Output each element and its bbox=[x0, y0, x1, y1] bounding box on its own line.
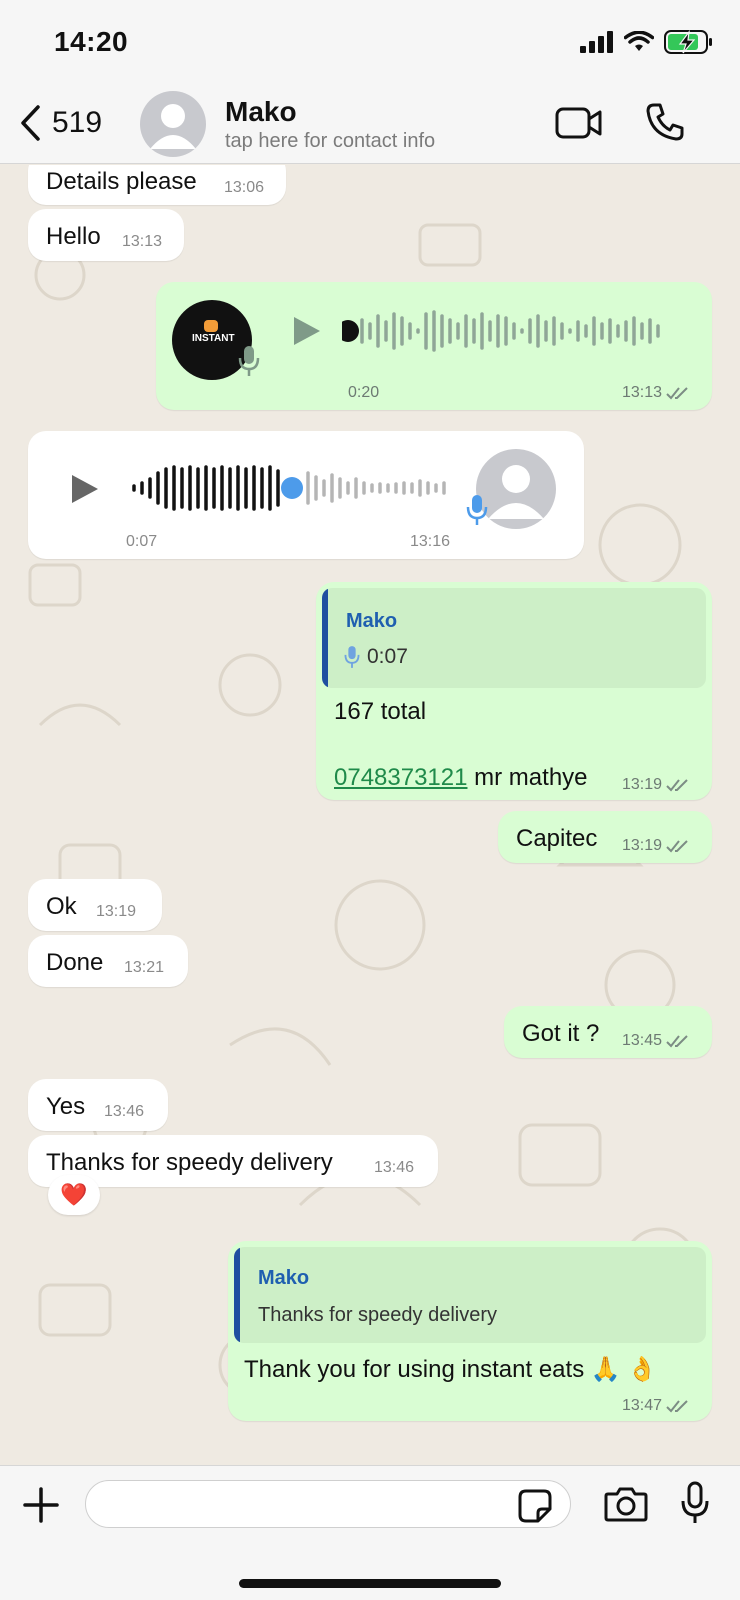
message-incoming[interactable]: Hello 13:13 bbox=[28, 209, 184, 261]
sticker-icon[interactable] bbox=[518, 1489, 552, 1523]
read-ticks-icon bbox=[666, 840, 688, 853]
message-text-line2: 0748373121 mr mathye bbox=[334, 764, 588, 791]
message-time: 13:13 bbox=[622, 384, 690, 402]
quote-accent-bar bbox=[234, 1247, 240, 1343]
play-icon[interactable] bbox=[70, 473, 100, 505]
read-ticks-icon bbox=[666, 1035, 688, 1048]
read-ticks-icon bbox=[666, 779, 688, 792]
heart-reaction-icon: ❤️ bbox=[60, 1182, 88, 1207]
wifi-icon bbox=[624, 31, 654, 51]
status-bar: 14:20 bbox=[0, 0, 740, 88]
message-text: Got it ? bbox=[522, 1020, 600, 1047]
mic-icon bbox=[466, 495, 488, 525]
reply-quote[interactable]: Mako Thanks for speedy delivery bbox=[234, 1247, 706, 1343]
play-icon[interactable] bbox=[292, 315, 322, 347]
quote-sender-name: Mako bbox=[346, 610, 398, 632]
mic-icon bbox=[344, 646, 360, 668]
signal-icon bbox=[580, 31, 613, 53]
message-text: Thanks for speedy delivery bbox=[46, 1149, 333, 1176]
message-text: Details please bbox=[46, 168, 197, 195]
battery-charging-icon bbox=[664, 30, 712, 54]
quote-accent-bar bbox=[322, 588, 328, 688]
message-time: 13:19 bbox=[622, 837, 690, 855]
message-time: 13:19 bbox=[622, 776, 690, 794]
message-time: 13:16 bbox=[410, 533, 451, 550]
chat-area[interactable]: Details please 13:06 Hello 13:13 INSTANT… bbox=[0, 165, 740, 1465]
message-incoming[interactable]: Ok 13:19 bbox=[28, 879, 162, 931]
quote-sender-name: Mako bbox=[258, 1267, 310, 1289]
message-outgoing[interactable]: Got it ? 13:45 bbox=[504, 1006, 712, 1058]
message-text: Thank you for using instant eats 🙏 👌 bbox=[244, 1356, 658, 1383]
waveform-scrubber bbox=[281, 477, 303, 499]
read-ticks-icon bbox=[666, 1400, 688, 1413]
message-text: Ok bbox=[46, 893, 77, 920]
read-ticks-icon bbox=[666, 387, 688, 400]
avatar-logo-text: INSTANT bbox=[192, 333, 235, 344]
back-chevron-icon bbox=[21, 105, 40, 141]
message-time: 13:45 bbox=[622, 1032, 690, 1050]
message-outgoing[interactable]: Mako Thanks for speedy delivery Thank yo… bbox=[228, 1241, 712, 1421]
contact-avatar[interactable] bbox=[140, 91, 206, 157]
message-text: Hello bbox=[46, 223, 101, 250]
avatar-icon bbox=[488, 465, 544, 519]
sender-avatar bbox=[476, 449, 556, 529]
voice-message-outgoing[interactable]: INSTANT 0:20 13:13 bbox=[156, 282, 712, 410]
waveform-scrubber bbox=[342, 320, 359, 342]
camera-icon[interactable] bbox=[604, 1486, 648, 1522]
message-outgoing[interactable]: Capitec 13:19 bbox=[498, 811, 712, 863]
message-outgoing[interactable]: Mako 0:07 167 total 0748373121 mr mathye… bbox=[316, 582, 712, 800]
message-text: Yes bbox=[46, 1093, 86, 1120]
message-incoming[interactable]: Yes 13:46 bbox=[28, 1079, 168, 1131]
phone-link[interactable]: 0748373121 bbox=[334, 764, 467, 791]
avatar-logo-mark bbox=[204, 320, 218, 332]
message-incoming[interactable]: Done 13:21 bbox=[28, 935, 188, 987]
home-indicator bbox=[239, 1579, 501, 1588]
voice-duration: 0:20 bbox=[348, 384, 380, 401]
reaction-badge[interactable]: ❤️ bbox=[48, 1175, 100, 1215]
chat-header: 519 Mako tap here for contact info bbox=[0, 88, 740, 164]
plus-icon[interactable] bbox=[22, 1486, 60, 1524]
message-text: Capitec bbox=[516, 825, 598, 852]
quote-text: 0:07 bbox=[367, 645, 408, 668]
message-time: 13:21 bbox=[124, 959, 165, 976]
quote-text: Thanks for speedy delivery bbox=[258, 1304, 498, 1326]
avatar-icon bbox=[150, 104, 196, 149]
phone-call-icon bbox=[646, 103, 684, 141]
message-time: 13:06 bbox=[224, 179, 265, 196]
back-button[interactable]: 519 bbox=[18, 104, 102, 142]
waveform bbox=[132, 465, 446, 511]
contact-subtitle[interactable]: tap here for contact info bbox=[225, 130, 435, 153]
voice-message-incoming[interactable]: 0:07 13:16 bbox=[28, 431, 584, 559]
message-input[interactable] bbox=[85, 1480, 571, 1528]
message-incoming[interactable]: Details please 13:06 bbox=[28, 165, 286, 205]
unread-count: 519 bbox=[52, 106, 103, 139]
message-text: 167 total bbox=[334, 698, 427, 725]
video-call-button[interactable] bbox=[555, 106, 603, 145]
message-time: 13:19 bbox=[96, 903, 137, 920]
message-time: 13:46 bbox=[374, 1159, 415, 1176]
microphone-icon[interactable] bbox=[680, 1481, 710, 1525]
voice-duration: 0:07 bbox=[126, 533, 158, 550]
status-icons bbox=[580, 30, 714, 54]
video-call-icon bbox=[555, 107, 602, 139]
contact-name[interactable]: Mako bbox=[225, 96, 297, 128]
message-text: Done bbox=[46, 949, 104, 976]
message-time: 13:13 bbox=[122, 233, 163, 250]
voice-call-button[interactable] bbox=[645, 102, 685, 147]
message-time: 13:46 bbox=[104, 1103, 145, 1120]
mic-icon bbox=[238, 346, 260, 376]
status-time: 14:20 bbox=[54, 26, 129, 57]
reply-quote[interactable]: Mako 0:07 bbox=[322, 588, 706, 688]
input-bar bbox=[0, 1465, 740, 1600]
message-time: 13:47 bbox=[622, 1397, 690, 1415]
waveform bbox=[342, 310, 660, 352]
